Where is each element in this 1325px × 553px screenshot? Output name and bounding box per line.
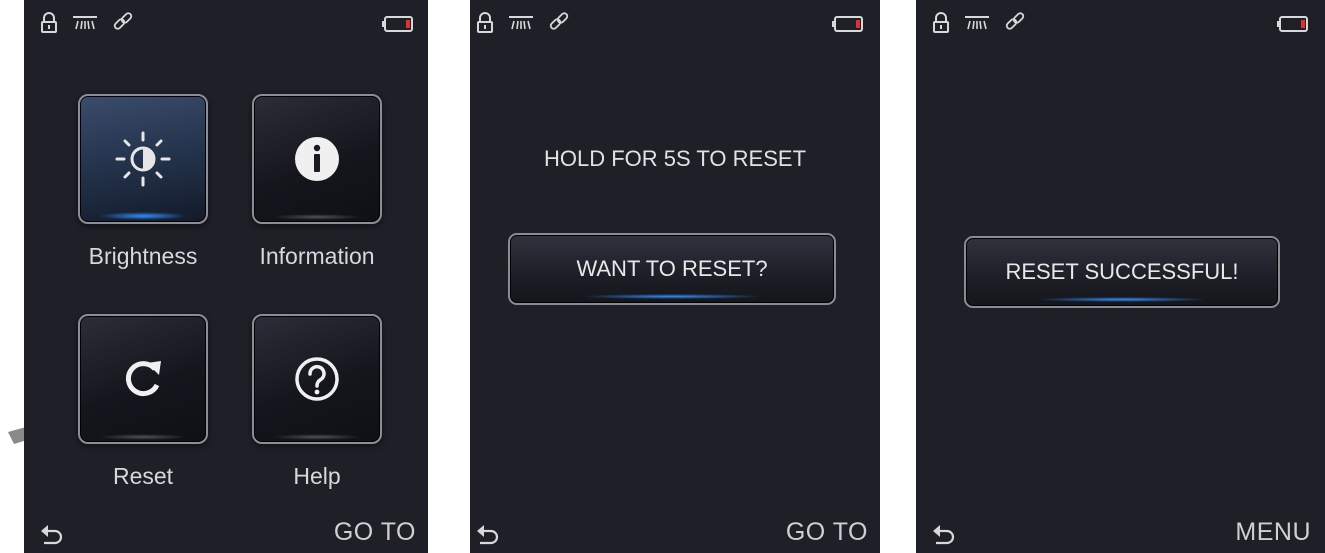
back-icon[interactable] <box>932 523 956 545</box>
menu-button[interactable]: MENU <box>1235 518 1311 547</box>
back-icon[interactable] <box>40 523 64 545</box>
reset-successful-button[interactable]: RESET SUCCESSFUL! <box>964 236 1280 308</box>
reset-icon <box>126 361 161 397</box>
back-icon[interactable] <box>476 523 500 545</box>
link-icon <box>549 12 569 30</box>
bottom-bar: GO TO <box>470 513 880 553</box>
want-to-reset-label: WANT TO RESET? <box>576 256 768 281</box>
reset-tile[interactable] <box>78 314 208 444</box>
help-tile[interactable] <box>252 314 382 444</box>
light-icon <box>73 16 97 30</box>
menu-screen: Brightness Information Reset Help GO TO <box>24 0 428 553</box>
light-icon <box>965 16 989 30</box>
goto-button[interactable]: GO TO <box>334 518 416 547</box>
bottom-bar: MENU <box>916 513 1325 553</box>
link-icon <box>1005 12 1025 30</box>
goto-button[interactable]: GO TO <box>786 518 868 547</box>
hold-prompt: HOLD FOR 5S TO RESET <box>543 146 807 171</box>
help-icon <box>295 357 339 401</box>
status-bar <box>916 6 1325 38</box>
bottom-bar: GO TO <box>24 513 428 553</box>
link-icon <box>113 12 133 30</box>
info-icon <box>295 137 339 181</box>
battery-icon <box>1277 16 1308 32</box>
information-tile[interactable] <box>252 94 382 224</box>
want-to-reset-button[interactable]: WANT TO RESET? <box>508 233 836 305</box>
reset-success-screen: RESET SUCCESSFUL! MENU <box>916 0 1325 553</box>
tile-label-reset: Reset <box>112 463 174 489</box>
status-bar <box>470 6 880 38</box>
brightness-tile[interactable] <box>78 94 208 224</box>
battery-icon <box>382 16 413 32</box>
brightness-icon <box>115 131 171 187</box>
light-icon <box>509 16 533 30</box>
reset-successful-label: RESET SUCCESSFUL! <box>1005 259 1239 284</box>
status-bar <box>24 6 428 38</box>
tile-label-information: Information <box>259 243 375 269</box>
battery-icon <box>832 16 863 32</box>
tile-label-brightness: Brightness <box>88 243 198 269</box>
lock-icon <box>477 12 493 33</box>
tile-label-help: Help <box>293 463 341 489</box>
lock-icon <box>933 12 949 33</box>
lock-icon <box>41 12 57 33</box>
reset-confirm-screen: HOLD FOR 5S TO RESET WANT TO RESET? GO T… <box>470 0 880 553</box>
